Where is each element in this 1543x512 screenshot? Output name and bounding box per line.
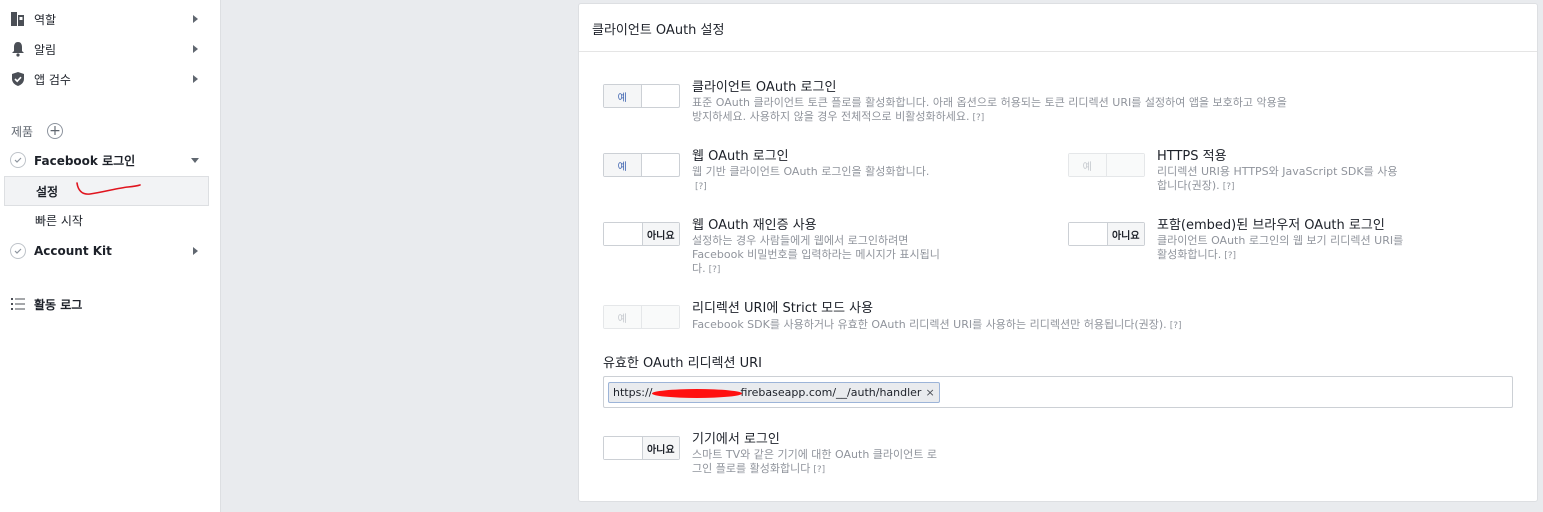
- help-link[interactable]: [?]: [709, 265, 721, 275]
- strict-mode-desc: Facebook SDK를 사용하거나 유효한 OAuth 리디렉션 URI를 …: [692, 318, 1332, 333]
- web-reauth-desc: 설정하는 경우 사람들에게 웹에서 로그인하려면 Facebook 비밀번호를 …: [692, 234, 942, 277]
- chevron-right-icon: [193, 247, 198, 255]
- client-oauth-login-title: 클라이언트 OAuth 로그인: [692, 80, 837, 95]
- toggle-on-segment: [1069, 223, 1107, 245]
- enforce-https-desc: 리디렉션 URI용 HTTPS와 JavaScript SDK를 사용합니다(권…: [1157, 165, 1407, 194]
- redirect-uri-token: https:// firebaseapp.com/__/auth/handler…: [608, 382, 940, 403]
- embedded-browser-oauth-title: 포함(embed)된 브라우저 OAuth 로그인: [1157, 218, 1385, 233]
- help-link[interactable]: [?]: [1170, 321, 1182, 331]
- toggle-yes: 예: [604, 154, 642, 176]
- sidebar-item-label: 알림: [34, 42, 57, 57]
- desc-text: Facebook SDK를 사용하거나 유효한 OAuth 리디렉션 URI를 …: [692, 318, 1167, 331]
- uri-prefix: https://: [613, 386, 653, 399]
- toggle-yes: 예: [1069, 154, 1107, 176]
- chevron-right-icon: [193, 75, 198, 83]
- web-reauth-title: 웹 OAuth 재인증 사용: [692, 218, 817, 233]
- sidebar: 역할 알림 앱 검수 제품 + Facebook 로그인 설정 빠른 시작 Ac…: [0, 0, 221, 512]
- sidebar-item-quick-start[interactable]: 빠른 시작: [4, 205, 209, 235]
- sidebar-item-app-review[interactable]: 앱 검수: [0, 64, 221, 94]
- toggle-off-segment: [1106, 154, 1144, 176]
- sidebar-item-alerts[interactable]: 알림: [0, 34, 221, 64]
- toggle-on-segment: [604, 437, 642, 459]
- toggle-no: 아니요: [641, 437, 679, 459]
- red-underline-annotation: [76, 182, 141, 195]
- shield-check-icon: [9, 70, 27, 88]
- toggle-on-segment: [604, 223, 642, 245]
- sidebar-item-label: 빠른 시작: [35, 213, 83, 228]
- toggle-off-segment: [642, 154, 680, 176]
- sidebar-item-label: Facebook 로그인: [34, 153, 136, 168]
- enforce-https-title: HTTPS 적용: [1157, 149, 1227, 164]
- sidebar-item-account-kit[interactable]: Account Kit: [0, 236, 221, 266]
- sidebar-item-activity-log[interactable]: 활동 로그: [0, 289, 221, 319]
- panel-header: 클라이언트 OAuth 설정: [579, 4, 1537, 52]
- chevron-right-icon: [193, 15, 198, 23]
- list-icon: [9, 295, 27, 313]
- sidebar-item-roles[interactable]: 역할: [0, 4, 221, 34]
- desc-text: 설정하는 경우 사람들에게 웹에서 로그인하려면 Facebook 비밀번호를 …: [692, 234, 940, 275]
- strict-mode-title: 리디렉션 URI에 Strict 모드 사용: [692, 301, 874, 316]
- client-oauth-login-toggle[interactable]: 예: [603, 84, 680, 108]
- desc-text: 웹 기반 클라이언트 OAuth 로그인을 활성화합니다.: [692, 165, 930, 178]
- desc-text: 리디렉션 URI용 HTTPS와 JavaScript SDK를 사용합니다(권…: [1157, 165, 1398, 192]
- toggle-yes: 예: [604, 85, 642, 107]
- sidebar-item-label: 활동 로그: [34, 297, 83, 312]
- sidebar-item-label: 역할: [34, 12, 57, 27]
- client-oauth-login-desc: 표준 OAuth 클라이언트 토큰 플로를 활성화합니다. 아래 옵션으로 허용…: [692, 96, 1292, 125]
- remove-token-icon[interactable]: ×: [925, 386, 934, 399]
- web-oauth-login-title: 웹 OAuth 로그인: [692, 149, 789, 164]
- help-link[interactable]: [?]: [1224, 251, 1236, 261]
- check-circle-icon: [9, 242, 27, 260]
- strict-mode-toggle: 예: [603, 305, 680, 329]
- toggle-off-segment: [642, 85, 680, 107]
- web-reauth-toggle[interactable]: 아니요: [603, 222, 680, 246]
- sidebar-item-label: Account Kit: [34, 244, 112, 258]
- add-product-icon[interactable]: +: [47, 123, 63, 139]
- help-link[interactable]: [?]: [1223, 182, 1235, 192]
- device-login-toggle[interactable]: 아니요: [603, 436, 680, 460]
- toggle-no: 아니요: [1106, 223, 1144, 245]
- enforce-https-toggle: 예: [1068, 153, 1145, 177]
- web-oauth-login-toggle[interactable]: 예: [603, 153, 680, 177]
- desc-text: 클라이언트 OAuth 로그인의 웹 보기 리디렉션 URI를 활성화합니다.: [1157, 234, 1404, 261]
- web-oauth-login-desc: 웹 기반 클라이언트 OAuth 로그인을 활성화합니다. [?]: [692, 165, 942, 194]
- sidebar-item-facebook-login[interactable]: Facebook 로그인: [0, 145, 221, 175]
- roles-icon: [9, 10, 27, 28]
- embedded-browser-oauth-desc: 클라이언트 OAuth 로그인의 웹 보기 리디렉션 URI를 활성화합니다.[…: [1157, 234, 1407, 263]
- redaction-scribble: [652, 389, 742, 398]
- desc-text: 표준 OAuth 클라이언트 토큰 플로를 활성화합니다. 아래 옵션으로 허용…: [692, 96, 1287, 123]
- toggle-yes: 예: [604, 306, 642, 328]
- help-link[interactable]: [?]: [813, 465, 825, 475]
- bell-icon: [9, 40, 27, 58]
- toggle-no: 아니요: [641, 223, 679, 245]
- products-heading: 제품: [11, 125, 34, 139]
- client-oauth-settings-panel: 클라이언트 OAuth 설정 예 클라이언트 OAuth 로그인 표준 OAut…: [578, 3, 1538, 502]
- help-link[interactable]: [?]: [972, 113, 984, 123]
- embedded-browser-oauth-toggle[interactable]: 아니요: [1068, 222, 1145, 246]
- redirect-uri-label: 유효한 OAuth 리디렉션 URI: [603, 356, 762, 371]
- chevron-right-icon: [193, 45, 198, 53]
- toggle-off-segment: [641, 306, 679, 328]
- device-login-title: 기기에서 로그인: [692, 432, 780, 447]
- chevron-down-icon: [191, 158, 199, 163]
- sidebar-item-label: 앱 검수: [34, 72, 71, 87]
- device-login-desc: 스마트 TV와 같은 기기에 대한 OAuth 클라이언트 로그인 플로를 활성…: [692, 448, 942, 477]
- help-link[interactable]: [?]: [695, 182, 707, 192]
- panel-title: 클라이언트 OAuth 설정: [592, 23, 725, 38]
- check-circle-icon: [9, 151, 27, 169]
- redirect-uri-input[interactable]: https:// firebaseapp.com/__/auth/handler…: [603, 376, 1513, 408]
- uri-suffix: firebaseapp.com/__/auth/handler: [740, 386, 922, 399]
- sidebar-item-label: 설정: [36, 184, 59, 199]
